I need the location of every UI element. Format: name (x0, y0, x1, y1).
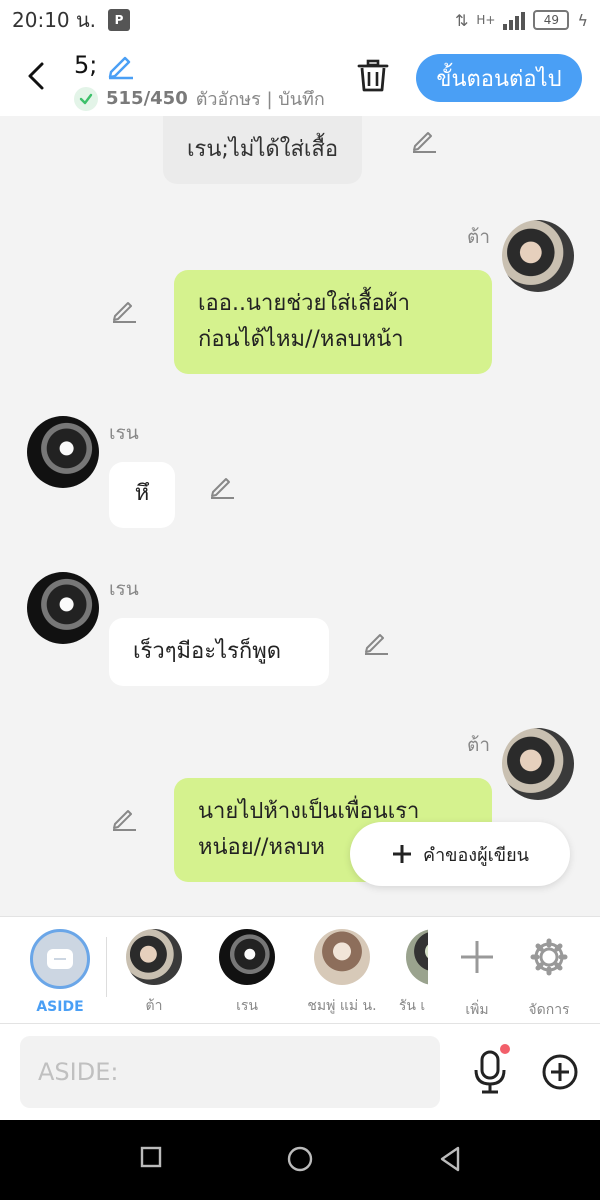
edit-pencil-icon[interactable] (362, 628, 390, 656)
aside-message[interactable]: เรน;ไม่ได้ใส่เสื้อ (163, 116, 363, 184)
character-bar: ASIDE ต้า เรน ชมพู่ แม่ น. รัน เ เพิ่ม จ… (0, 916, 600, 1024)
manage-button[interactable]: จัดการ (509, 929, 589, 1021)
charging-icon: ϟ (577, 10, 588, 30)
next-step-button[interactable]: ขั้นตอนต่อไป (416, 54, 582, 102)
edit-pencil-icon[interactable] (110, 804, 138, 832)
add-circle-icon[interactable] (540, 1052, 580, 1092)
home-icon[interactable] (287, 1146, 313, 1172)
speaker-name: ต้า (467, 734, 491, 756)
input-row (0, 1024, 600, 1120)
char-count-label: ตัวอักษร | บันทึก (195, 89, 325, 110)
aside-label: ASIDE (36, 999, 84, 1015)
character-avatar (126, 929, 182, 985)
battery-icon: 49 (533, 10, 570, 30)
status-time: 20:10 น. (12, 8, 97, 32)
plus-icon (461, 941, 493, 973)
title-wrap: 5; (74, 50, 135, 80)
chat-bubble-icon (47, 949, 73, 969)
aside-avatar (30, 929, 90, 989)
char-counter: 515/450 ตัวอักษร | บันทึก (74, 84, 325, 113)
character-avatar (314, 929, 370, 985)
app-notification-icon: P (108, 9, 131, 31)
message-line: ก่อนได้ไหม//หลบหน้า (198, 327, 404, 352)
chat-area[interactable]: เรน;ไม่ได้ใส่เสื้อ ต้า เออ..นายช่วยใส่เส… (0, 116, 600, 916)
avatar-ren[interactable] (27, 572, 99, 644)
author-note-label: คำของผู้เขียน (423, 844, 529, 866)
character-label: ต้า (145, 998, 163, 1014)
page-title: 5; (74, 51, 98, 79)
notification-dot (500, 1044, 510, 1054)
message-line: เออ..นายช่วยใส่เสื้อผ้า (198, 291, 410, 316)
character-chomphu[interactable]: ชมพู่ แม่ น. (300, 929, 384, 1017)
char-count: 515/450 (106, 88, 188, 109)
character-run[interactable]: รัน เ (396, 929, 428, 1017)
aside-input[interactable] (20, 1036, 440, 1108)
add-label: เพิ่ม (465, 1002, 489, 1018)
character-avatar (219, 929, 275, 985)
speaker-name: เรน (109, 578, 139, 600)
aside-message-text: เรน;ไม่ได้ใส่เสื้อ (187, 137, 339, 162)
data-transfer-icon: ⇅ (454, 10, 469, 30)
author-note-button[interactable]: คำของผู้เขียน (350, 822, 570, 886)
character-label: ชมพู่ แม่ น. (307, 998, 377, 1014)
avatar-ta[interactable] (502, 728, 574, 800)
add-character-button[interactable]: เพิ่ม (437, 929, 517, 1021)
trash-icon[interactable] (356, 58, 390, 94)
divider (106, 937, 107, 997)
gear-icon (530, 938, 568, 976)
network-type: H+ (476, 13, 496, 27)
recent-apps-icon[interactable] (140, 1146, 162, 1168)
message-bubble-ren[interactable]: เร็วๆมีอะไรก็พูด (109, 618, 329, 686)
back-icon[interactable] (438, 1146, 462, 1172)
avatar-ta[interactable] (502, 220, 574, 292)
microphone-icon[interactable] (470, 1048, 510, 1096)
status-bar: 20:10 น. P ⇅ H+ 49 ϟ (0, 0, 600, 40)
signal-icon (503, 10, 526, 30)
edit-title-pencil-icon[interactable] (105, 50, 135, 80)
character-ren[interactable]: เรน (207, 929, 287, 1017)
character-label: รัน เ (398, 998, 426, 1014)
edit-pencil-icon[interactable] (110, 296, 138, 324)
character-avatar (406, 929, 428, 985)
speaker-name: เรน (109, 422, 139, 444)
status-right: ⇅ H+ 49 ϟ (455, 10, 588, 30)
speaker-name: ต้า (467, 226, 491, 248)
message-text: เร็วๆมีอะไรก็พูด (133, 639, 282, 664)
message-text: หึ (134, 481, 150, 506)
aside-chip[interactable]: ASIDE (20, 929, 100, 1015)
header: 5; 515/450 ตัวอักษร | บันทึก ขั้นตอนต่อไ… (0, 40, 600, 116)
plus-icon (393, 845, 412, 863)
character-label: เรน (236, 998, 258, 1014)
character-ta[interactable]: ต้า (114, 929, 194, 1017)
system-nav-bar (0, 1120, 600, 1200)
manage-label: จัดการ (528, 1002, 570, 1018)
edit-pencil-icon[interactable] (208, 472, 236, 500)
message-bubble-ren[interactable]: หึ (109, 462, 175, 528)
avatar-ren[interactable] (27, 416, 99, 488)
edit-pencil-icon[interactable] (410, 126, 438, 154)
check-icon (74, 86, 98, 111)
message-bubble-ta[interactable]: เออ..นายช่วยใส่เสื้อผ้า ก่อนได้ไหม//หลบห… (174, 270, 492, 374)
back-arrow-icon[interactable] (22, 58, 52, 94)
